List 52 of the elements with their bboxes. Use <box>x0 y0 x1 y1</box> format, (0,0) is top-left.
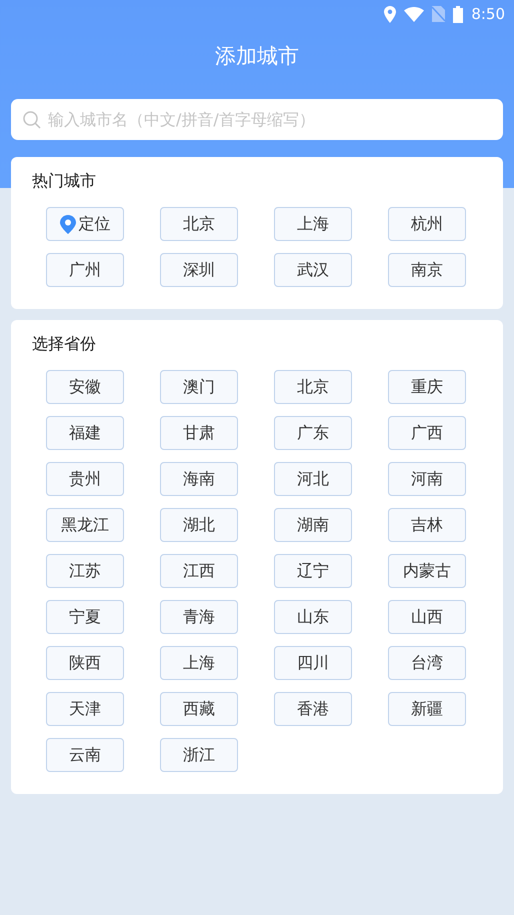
province-button[interactable]: 海南 <box>160 462 238 496</box>
battery-icon <box>453 6 464 22</box>
city-button[interactable]: 上海 <box>274 207 352 241</box>
province-button[interactable]: 江苏 <box>46 554 124 588</box>
province-button[interactable]: 青海 <box>160 600 238 634</box>
province-button[interactable]: 广西 <box>388 416 466 450</box>
location-icon <box>384 6 396 22</box>
province-button[interactable]: 重庆 <box>388 370 466 404</box>
province-button[interactable]: 北京 <box>274 370 352 404</box>
province-button[interactable]: 山东 <box>274 600 352 634</box>
province-button[interactable]: 辽宁 <box>274 554 352 588</box>
city-button[interactable]: 北京 <box>160 207 238 241</box>
no-sim-icon <box>432 6 446 22</box>
wifi-icon <box>404 6 424 22</box>
city-button[interactable]: 武汉 <box>274 253 352 287</box>
province-button[interactable]: 上海 <box>160 646 238 680</box>
location-pin-icon <box>60 214 76 234</box>
province-button[interactable]: 四川 <box>274 646 352 680</box>
province-button[interactable]: 浙江 <box>160 738 238 772</box>
province-button[interactable]: 新疆 <box>388 692 466 726</box>
city-button[interactable]: 杭州 <box>388 207 466 241</box>
search-field[interactable]: 输入城市名（中文/拼音/首字母缩写） <box>11 99 503 140</box>
province-button[interactable]: 湖北 <box>160 508 238 542</box>
city-button[interactable]: 深圳 <box>160 253 238 287</box>
page-title: 添加城市 <box>214 43 300 70</box>
province-button[interactable]: 澳门 <box>160 370 238 404</box>
province-button[interactable]: 陕西 <box>46 646 124 680</box>
province-button[interactable]: 安徽 <box>46 370 124 404</box>
section-heading: 选择省份 <box>31 334 97 355</box>
status-time: 8:50 <box>471 5 505 23</box>
province-button[interactable]: 天津 <box>46 692 124 726</box>
province-button[interactable]: 广东 <box>274 416 352 450</box>
city-button[interactable]: 南京 <box>388 253 466 287</box>
province-button[interactable]: 内蒙古 <box>388 554 466 588</box>
province-button[interactable]: 河南 <box>388 462 466 496</box>
province-button[interactable]: 西藏 <box>160 692 238 726</box>
province-button[interactable]: 吉林 <box>388 508 466 542</box>
locate-button[interactable]: 定位 <box>46 207 124 241</box>
province-button[interactable]: 甘肃 <box>160 416 238 450</box>
city-button[interactable]: 广州 <box>46 253 124 287</box>
province-button[interactable]: 河北 <box>274 462 352 496</box>
province-button[interactable]: 黑龙江 <box>46 508 124 542</box>
province-button[interactable]: 湖南 <box>274 508 352 542</box>
province-button[interactable]: 台湾 <box>388 646 466 680</box>
province-button[interactable]: 宁夏 <box>46 600 124 634</box>
section-heading: 热门城市 <box>31 171 97 192</box>
province-button[interactable]: 江西 <box>160 554 238 588</box>
province-button[interactable]: 贵州 <box>46 462 124 496</box>
province-button[interactable]: 云南 <box>46 738 124 772</box>
province-button[interactable]: 山西 <box>388 600 466 634</box>
province-button[interactable]: 福建 <box>46 416 124 450</box>
province-button[interactable]: 香港 <box>274 692 352 726</box>
